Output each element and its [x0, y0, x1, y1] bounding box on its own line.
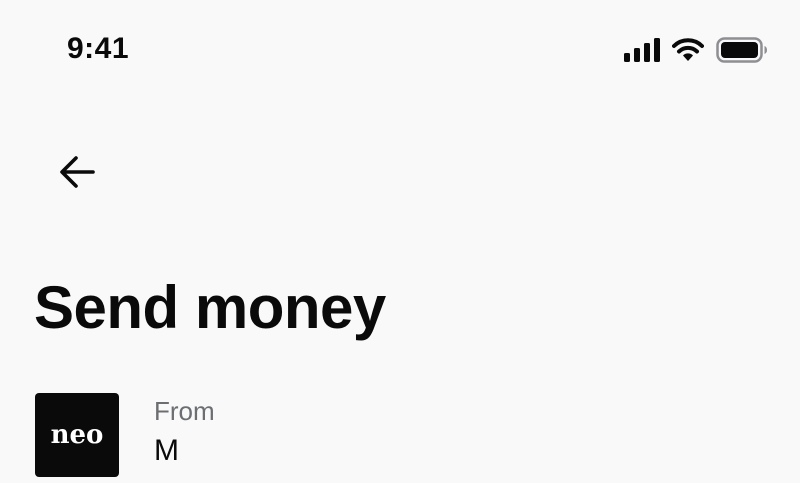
account-logo-text: neo [50, 420, 104, 450]
status-time: 9:41 [67, 32, 130, 65]
page-title: Send money [34, 274, 386, 341]
from-account-name: M [154, 434, 179, 467]
account-logo: neo [35, 393, 119, 477]
back-button[interactable] [52, 147, 102, 197]
arrow-left-icon [60, 156, 95, 188]
from-label: From [154, 396, 215, 426]
battery-icon [716, 37, 767, 63]
status-icons [624, 36, 768, 64]
status-bar: 9:41 [0, 0, 800, 100]
from-account-row[interactable]: neo From M [35, 393, 765, 483]
wifi-icon [672, 38, 704, 61]
signal-icon [624, 38, 660, 62]
